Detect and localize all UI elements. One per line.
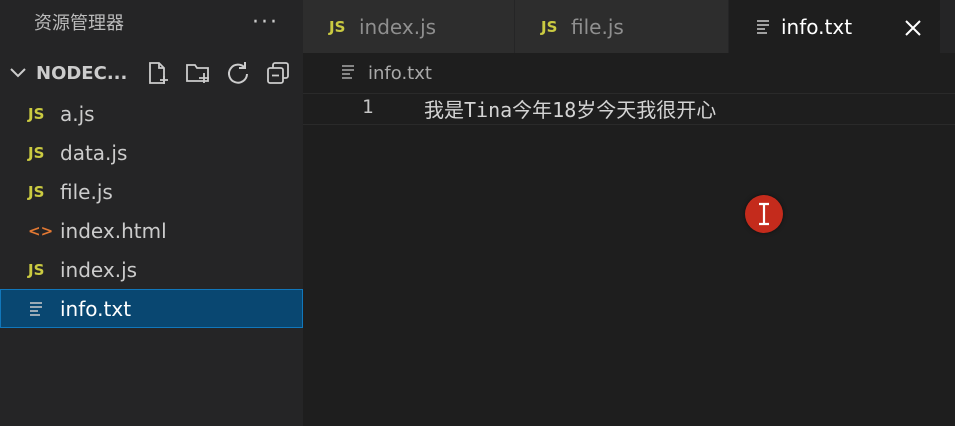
tab-bar: JS index.js JS file.js info.txt [303,0,955,53]
breadcrumb[interactable]: info.txt [340,60,432,86]
tab-label: info.txt [781,14,853,39]
file-item-index-html[interactable]: <> index.html [0,211,303,250]
new-file-icon[interactable] [145,60,171,86]
file-item-index-js[interactable]: JS index.js [0,250,303,289]
file-item-file-js[interactable]: JS file.js [0,172,303,211]
file-list: JS a.js JS data.js JS file.js <> index.h… [0,94,303,328]
javascript-file-icon: JS [541,17,558,36]
close-icon[interactable] [904,18,922,36]
file-name: index.html [60,218,167,243]
collapse-all-icon[interactable] [265,60,291,86]
mouse-cursor-marker [745,195,783,233]
javascript-file-icon: JS [28,260,45,279]
javascript-file-icon: JS [28,104,45,123]
explorer-title: 资源管理器 [34,13,124,34]
folder-actions [145,60,303,86]
tab-info-txt[interactable]: info.txt [729,0,941,53]
tab-label: index.js [359,14,437,39]
file-name: data.js [60,140,128,165]
text-cursor-icon [759,202,769,226]
tab-label: file.js [571,14,624,39]
breadcrumb-file: info.txt [368,62,432,84]
file-item-info-txt[interactable]: info.txt [0,289,303,328]
more-actions-button[interactable]: ··· [252,10,279,35]
file-name: file.js [60,179,113,204]
tab-file-js[interactable]: JS file.js [515,0,729,53]
folder-name: NODEC... [36,62,128,84]
file-name: info.txt [60,296,132,321]
file-name: a.js [60,101,95,126]
javascript-file-icon: JS [329,17,346,36]
new-folder-icon[interactable] [185,60,211,86]
file-item-a-js[interactable]: JS a.js [0,94,303,133]
javascript-file-icon: JS [28,182,45,201]
line-number: 1 [362,96,374,118]
editor-line-text[interactable]: 我是Tina今年18岁今天我很开心 [424,94,716,123]
chevron-down-icon[interactable] [6,61,30,85]
text-file-icon [755,15,781,39]
tab-index-js[interactable]: JS index.js [303,0,515,53]
refresh-icon[interactable] [225,60,251,86]
file-name: index.js [60,257,138,282]
text-file-icon [28,297,60,321]
explorer-sidebar: 资源管理器 ··· NODEC... JS a.js JS data.js JS… [0,0,303,426]
text-file-icon [340,63,368,84]
javascript-file-icon: JS [28,143,45,162]
html-file-icon: <> [28,221,54,240]
file-item-data-js[interactable]: JS data.js [0,133,303,172]
explorer-header: 资源管理器 ··· [0,0,303,44]
